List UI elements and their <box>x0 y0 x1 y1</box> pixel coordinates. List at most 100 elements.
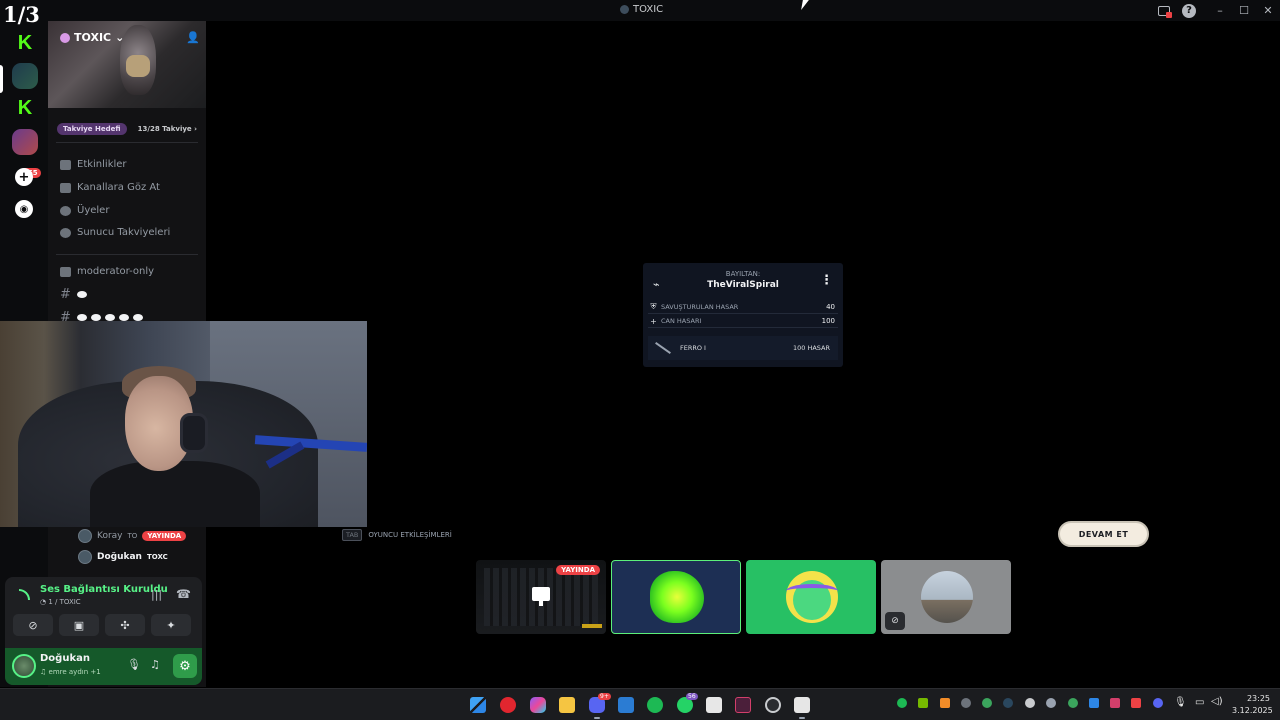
headphones-icon[interactable]: ♫ <box>150 658 160 671</box>
file-explorer-icon[interactable] <box>559 697 575 713</box>
start-icon[interactable] <box>470 697 486 713</box>
webcam-body <box>90 461 260 527</box>
minimize-button[interactable]: – <box>1208 4 1232 17</box>
valorant-tray-icon[interactable] <box>1110 698 1120 708</box>
voice-member-name: Doğukan <box>97 552 142 562</box>
server-toxic[interactable] <box>12 63 38 89</box>
menu-members[interactable]: Üyeler <box>60 205 109 216</box>
weapon-icon <box>655 342 671 354</box>
voice-member-koray[interactable]: Koray TO YAYINDA <box>78 529 187 543</box>
stream-tile-photo[interactable]: ⊘ <box>881 560 1011 634</box>
microphone-icon[interactable]: 🎙 <box>127 658 141 671</box>
valorant-icon[interactable] <box>735 697 751 713</box>
voice-member-dogukan[interactable]: Doğukan TOXC <box>78 550 168 564</box>
noise-suppression-icon[interactable]: ||| <box>151 588 162 601</box>
server-folder[interactable] <box>12 129 38 155</box>
clock[interactable]: 23:25 3.12.2025 <box>1232 693 1273 717</box>
menu-events[interactable]: Etkinlikler <box>60 159 127 170</box>
riot-client-icon[interactable] <box>765 697 781 713</box>
channel-emoji <box>77 291 87 298</box>
discord-tray-icon[interactable] <box>1153 698 1163 708</box>
defender-tray-icon[interactable] <box>1089 698 1099 708</box>
tray-status-icon[interactable] <box>982 698 992 708</box>
server-name-header[interactable]: TOXIC ⌄ <box>60 31 124 44</box>
menu-browse-channels[interactable]: Kanallara Göz At <box>60 182 160 193</box>
invite-icon[interactable]: 👤 <box>186 31 200 44</box>
recap-row-label: SAVUŞTURULAN HASAR <box>661 303 739 311</box>
avatar <box>650 571 704 623</box>
steam-tray-icon[interactable] <box>1003 698 1013 708</box>
recap-row-health: + CAN HASARI 100 <box>648 315 838 328</box>
settings-tray-icon[interactable] <box>1046 698 1056 708</box>
stream-tile-screen-share[interactable]: YAYINDA <box>476 560 606 634</box>
screen: TOXIC ? – ☐ ✕ 1/3 K K 865 + ◉ TOXIC ⌄ <box>0 0 1280 720</box>
discover-icon[interactable]: ◉ <box>15 200 33 218</box>
nvidia-tray-icon[interactable] <box>918 698 928 708</box>
speech-bubble-icon <box>133 314 143 321</box>
microphone-tray-icon[interactable]: 🎙 <box>1174 697 1187 708</box>
notepad-icon[interactable] <box>706 697 722 713</box>
voice-channel-name[interactable]: ◔ 1 / TOXIC <box>40 598 81 606</box>
gear-icon[interactable]: ⚙ <box>173 654 197 678</box>
soundboard-button[interactable]: ✦ <box>151 614 191 636</box>
riot-tray-icon[interactable] <box>1131 698 1141 708</box>
stream-preview-accent <box>582 624 602 628</box>
github-tray-icon[interactable] <box>1025 698 1035 708</box>
channel-speech[interactable]: # <box>60 287 87 302</box>
channel-moderator-only[interactable]: moderator-only <box>60 266 154 277</box>
outlook-icon[interactable] <box>618 697 634 713</box>
more-options-icon[interactable]: ⋮ <box>820 273 833 288</box>
channel-label: moderator-only <box>77 266 155 277</box>
copilot-icon[interactable] <box>530 697 546 713</box>
spotify-icon[interactable] <box>647 697 663 713</box>
speech-bubble-icon <box>119 314 129 321</box>
signal-icon[interactable] <box>19 589 30 600</box>
voice-status[interactable]: Ses Bağlantısı Kuruldu <box>40 584 168 595</box>
help-icon[interactable]: ? <box>1182 3 1196 18</box>
camera-off-button[interactable]: ⊘ <box>13 614 53 636</box>
avatar[interactable] <box>12 654 36 678</box>
recap-row-value: 40 <box>826 303 835 311</box>
recap-label: BAYILTAN: <box>725 270 761 278</box>
stream-tile-green-blob[interactable] <box>611 560 741 634</box>
server-kick-2[interactable]: K <box>12 95 38 121</box>
boost-goal[interactable]: Takviye Hedefi 13/28 Takviye › <box>57 122 197 136</box>
user-name[interactable]: Doğukan <box>40 653 90 664</box>
inbox-icon[interactable] <box>1158 5 1172 18</box>
spotify-tray-icon[interactable] <box>897 698 907 708</box>
headset-icon <box>786 584 838 598</box>
boost-goal-count: 13/28 Takviye › <box>137 125 197 133</box>
server-icon <box>620 5 629 14</box>
continue-button[interactable]: DEVAM ET <box>1058 521 1149 547</box>
volume-icon[interactable]: ◁) <box>1211 696 1223 707</box>
death-recap-card: ⌁ BAYILTAN: TheViralSpiral ⋮ ⛨ SAVUŞTURUL… <box>643 263 843 367</box>
server-kick[interactable]: K <box>12 30 38 56</box>
menu-events-label: Etkinlikler <box>77 159 127 170</box>
xbox-tray-icon[interactable] <box>1068 698 1078 708</box>
cloud-tray-icon[interactable] <box>961 698 971 708</box>
recap-weapon: FERRO I 100 HASAR <box>648 336 838 360</box>
maximize-button[interactable]: ☐ <box>1232 4 1256 17</box>
disconnect-icon[interactable]: ☎ <box>176 587 191 601</box>
boost-goal-tag: Takviye Hedefi <box>57 123 127 135</box>
recap-row-value: 100 <box>821 317 835 325</box>
weapon-damage: 100 HASAR <box>792 344 830 352</box>
speech-bubble-icon <box>105 314 115 321</box>
capcut-icon[interactable] <box>794 697 810 713</box>
menu-members-label: Üyeler <box>77 205 110 216</box>
avatar <box>921 571 973 623</box>
tray-app-icon[interactable] <box>940 698 950 708</box>
chevron-down-icon: ⌄ <box>115 31 125 44</box>
network-icon[interactable]: ▭ <box>1195 697 1204 708</box>
screen-share-button[interactable]: ▣ <box>59 614 99 636</box>
tab-key: TAB <box>342 529 363 541</box>
divider <box>56 142 198 143</box>
stream-tile-cartoon[interactable] <box>746 560 876 634</box>
activities-button[interactable]: ✣ <box>105 614 145 636</box>
opera-icon[interactable] <box>500 697 516 713</box>
close-button[interactable]: ✕ <box>1256 4 1280 17</box>
add-server-icon[interactable]: + <box>15 168 33 186</box>
soundboard-icon: ✦ <box>166 618 176 632</box>
avatar <box>78 550 92 564</box>
menu-server-boosts[interactable]: Sunucu Takviyeleri <box>60 227 170 238</box>
